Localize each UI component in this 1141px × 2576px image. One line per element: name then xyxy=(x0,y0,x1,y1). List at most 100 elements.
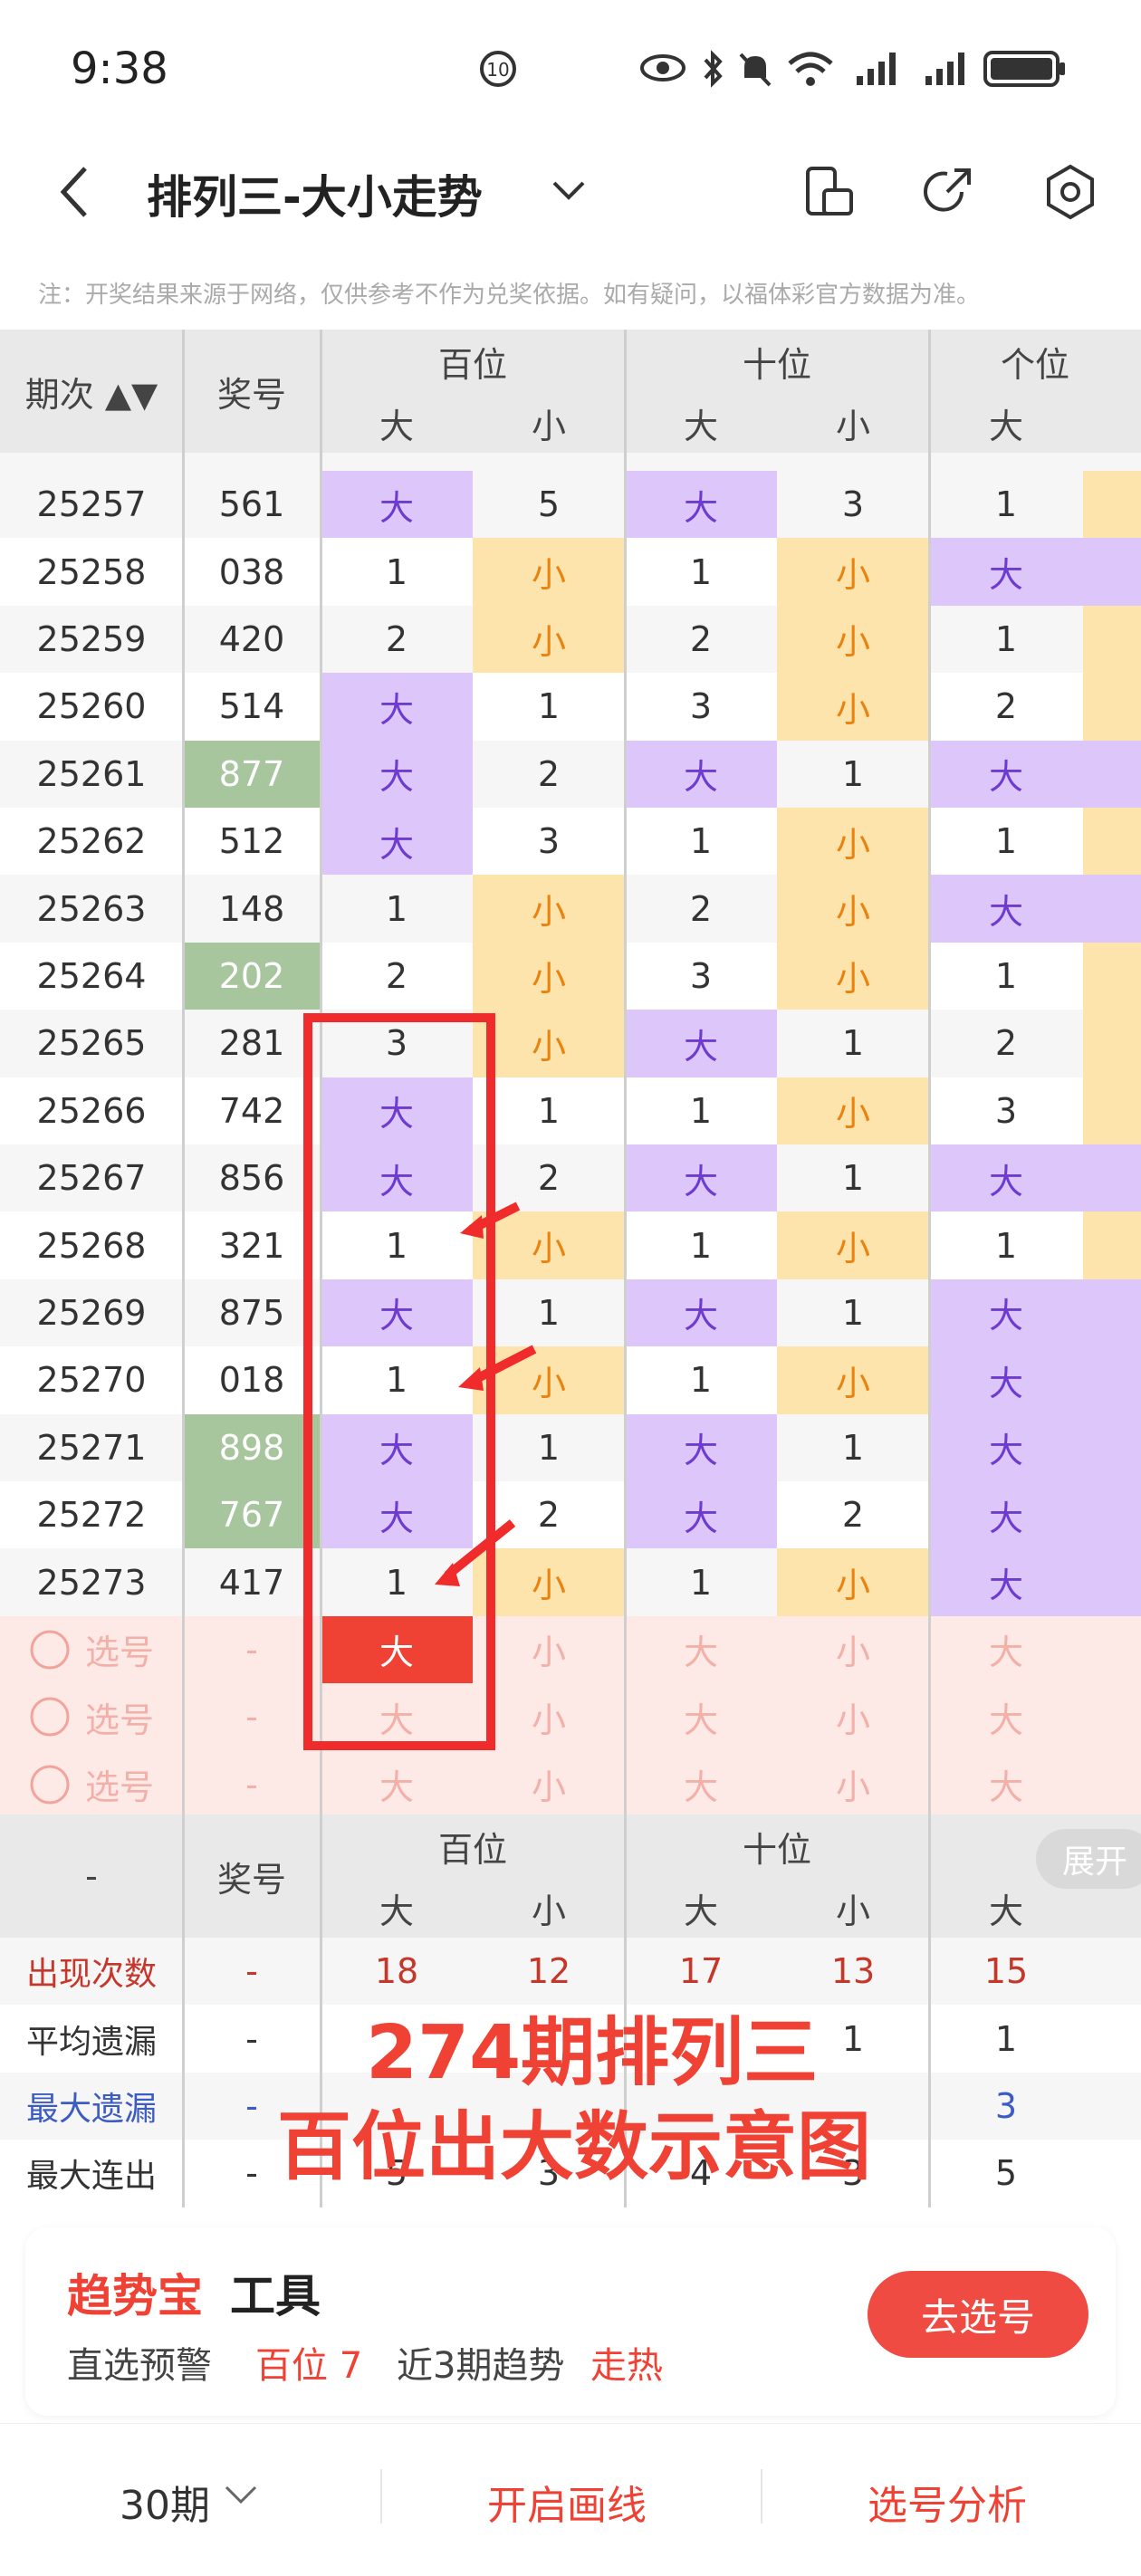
trend-cell: 2 xyxy=(929,673,1083,741)
grid-line xyxy=(928,1815,931,2207)
expand-button[interactable]: 展开 xyxy=(1036,1829,1141,1889)
group-header-2: 个位 xyxy=(929,330,1141,393)
trend-cell: 5 xyxy=(473,471,625,539)
issue-cell: 25257 xyxy=(0,471,183,539)
stats-sub-header: 小 xyxy=(473,1878,625,1938)
trend-cell-partial xyxy=(1083,538,1141,606)
award-cell: 420 xyxy=(183,605,321,674)
wifi-icon xyxy=(788,52,833,86)
sub-header: 小 xyxy=(473,393,625,453)
stats-row-label: 出现次数 xyxy=(0,1938,183,2006)
overlay-title-line2: 百位出大数示意图 xyxy=(277,2104,872,2190)
trend-cell: 3 xyxy=(473,808,625,876)
trend-cell: 小 xyxy=(473,605,625,674)
trend-cell-partial xyxy=(1083,808,1141,876)
trend-cell: 大 xyxy=(929,538,1083,606)
eye-icon xyxy=(640,54,686,81)
chevron-down-icon[interactable] xyxy=(549,176,589,208)
trend-cell-partial xyxy=(1083,605,1141,674)
group-header-1: 十位 xyxy=(625,330,929,393)
trend-cell: 大 xyxy=(321,740,473,808)
trend-value: 走热 xyxy=(590,2345,663,2387)
award-cell: 877 xyxy=(183,740,321,808)
page-title[interactable]: 排列三-大小走势 xyxy=(147,161,483,226)
trend-cell: 大 xyxy=(321,673,473,741)
trend-cell: 大 xyxy=(929,875,1083,943)
overlay-title-line1: 274期排列三 xyxy=(366,2010,819,2096)
trend-cell: 大 xyxy=(625,740,777,808)
draw-line-button[interactable]: 开启画线 xyxy=(487,2473,647,2531)
disclaimer-notice: 注：开奖结果来源于网络，仅供参考不作为兑奖依据。如有疑问，以福体彩官方数据为准。 xyxy=(38,282,981,309)
award-cell: 512 xyxy=(183,808,321,876)
trend-cell: 1 xyxy=(929,605,1083,674)
trend-cell: 2 xyxy=(321,605,473,674)
trend-cell: 大 xyxy=(929,740,1083,808)
stats-sub-header: 大 xyxy=(625,1878,777,1938)
sub-header: 小 xyxy=(777,393,929,453)
stats-cell: - xyxy=(183,2005,321,2073)
trend-cell: 小 xyxy=(777,538,929,606)
highlight-annotation xyxy=(303,1013,537,1750)
stats-sub-header: 小 xyxy=(777,1878,929,1938)
grid-line xyxy=(182,1815,185,2207)
sub-header: 大 xyxy=(625,393,777,453)
trend-cell: 2 xyxy=(625,875,777,943)
group-header-0: 百位 xyxy=(321,330,625,393)
trend-cell: 大 xyxy=(321,808,473,876)
award-cell: 148 xyxy=(183,875,321,943)
signal-icon-1 xyxy=(857,53,896,85)
settings-icon[interactable] xyxy=(1043,163,1098,221)
device-icon[interactable] xyxy=(804,165,855,219)
status-time: 9:38 xyxy=(71,43,168,94)
stats-cell-partial xyxy=(1083,2005,1141,2073)
trend-cell: 小 xyxy=(473,538,625,606)
scroll-gap xyxy=(0,453,1141,471)
trend-cell: 小 xyxy=(473,875,625,943)
stats-cell-partial xyxy=(1083,2072,1141,2140)
trend-cell-partial xyxy=(1083,740,1141,808)
stats-group-header: 十位 xyxy=(625,1815,929,1878)
award-header: 奖号 xyxy=(183,330,321,453)
analysis-button[interactable]: 选号分析 xyxy=(868,2473,1027,2531)
battery-icon xyxy=(983,51,1065,87)
trend-cell: 1 xyxy=(625,808,777,876)
period-selector[interactable]: 30期 xyxy=(120,2473,210,2531)
stats-cell: 5 xyxy=(929,2140,1083,2207)
stats-cell: 15 xyxy=(929,1938,1083,2006)
trend-cell-partial xyxy=(1083,471,1141,539)
issue-cell: 25260 xyxy=(0,673,183,741)
sub-header xyxy=(1083,393,1141,453)
trend-cell: 小 xyxy=(777,673,929,741)
stats-row-label: 最大连出 xyxy=(0,2140,183,2207)
direct-alert-label: 直选预警 xyxy=(67,2345,212,2387)
trend-cell: 小 xyxy=(777,808,929,876)
issue-cell: 25258 xyxy=(0,538,183,606)
trend-cell: 1 xyxy=(473,673,625,741)
trend-cell: 1 xyxy=(929,808,1083,876)
stats-row-label: 平均遗漏 xyxy=(0,2005,183,2073)
status-bar: 9:38 10 xyxy=(0,0,1141,136)
divider xyxy=(761,2469,762,2523)
trend-label: 近3期趋势 xyxy=(397,2345,565,2387)
trend-cell-partial xyxy=(1083,673,1141,741)
signal-icon-2 xyxy=(925,53,964,85)
notification-icon: 10 xyxy=(480,51,516,87)
stats-sub-header: 大 xyxy=(321,1878,473,1938)
bluetooth-icon xyxy=(704,50,723,88)
award-cell: 038 xyxy=(183,538,321,606)
bottom-bar: 30期 开启画线 选号分析 xyxy=(0,2423,1141,2576)
trend-cell: 1 xyxy=(625,538,777,606)
issue-header[interactable]: 期次 ▲▼ xyxy=(0,330,183,453)
trend-cell: 3 xyxy=(625,673,777,741)
sub-header: 大 xyxy=(929,393,1083,453)
trend-cell: 2 xyxy=(473,740,625,808)
share-icon[interactable] xyxy=(920,165,974,219)
chevron-down-icon[interactable] xyxy=(223,2482,259,2509)
award-cell: 514 xyxy=(183,673,321,741)
tool-brand: 趋势宝 xyxy=(67,2270,203,2322)
trend-cell-partial xyxy=(1083,875,1141,943)
back-icon[interactable] xyxy=(54,163,94,221)
go-select-button[interactable]: 去选号 xyxy=(868,2271,1088,2358)
trend-cell: 大 xyxy=(625,471,777,539)
trend-cell: 大 xyxy=(321,471,473,539)
